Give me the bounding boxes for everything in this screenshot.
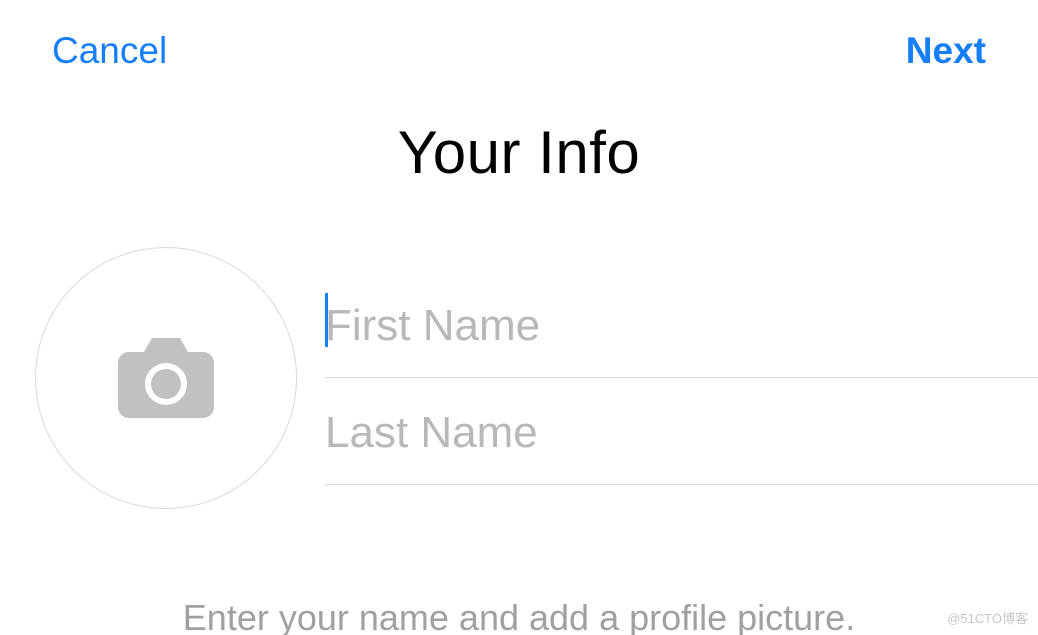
first-name-input[interactable] [325, 301, 1038, 351]
form-area [0, 247, 1038, 509]
first-name-row [325, 271, 1038, 378]
header-bar: Cancel Next [0, 0, 1038, 72]
text-cursor [325, 293, 328, 347]
add-photo-button[interactable] [35, 247, 297, 509]
camera-icon [118, 338, 214, 418]
page-title: Your Info [0, 118, 1038, 187]
watermark-text: @51CTO博客 [947, 608, 1028, 627]
name-fields [325, 271, 1038, 485]
last-name-row [325, 378, 1038, 485]
last-name-input[interactable] [325, 408, 1038, 458]
next-button[interactable]: Next [906, 30, 986, 72]
cancel-button[interactable]: Cancel [52, 30, 167, 72]
hint-text: Enter your name and add a profile pictur… [0, 597, 1038, 635]
